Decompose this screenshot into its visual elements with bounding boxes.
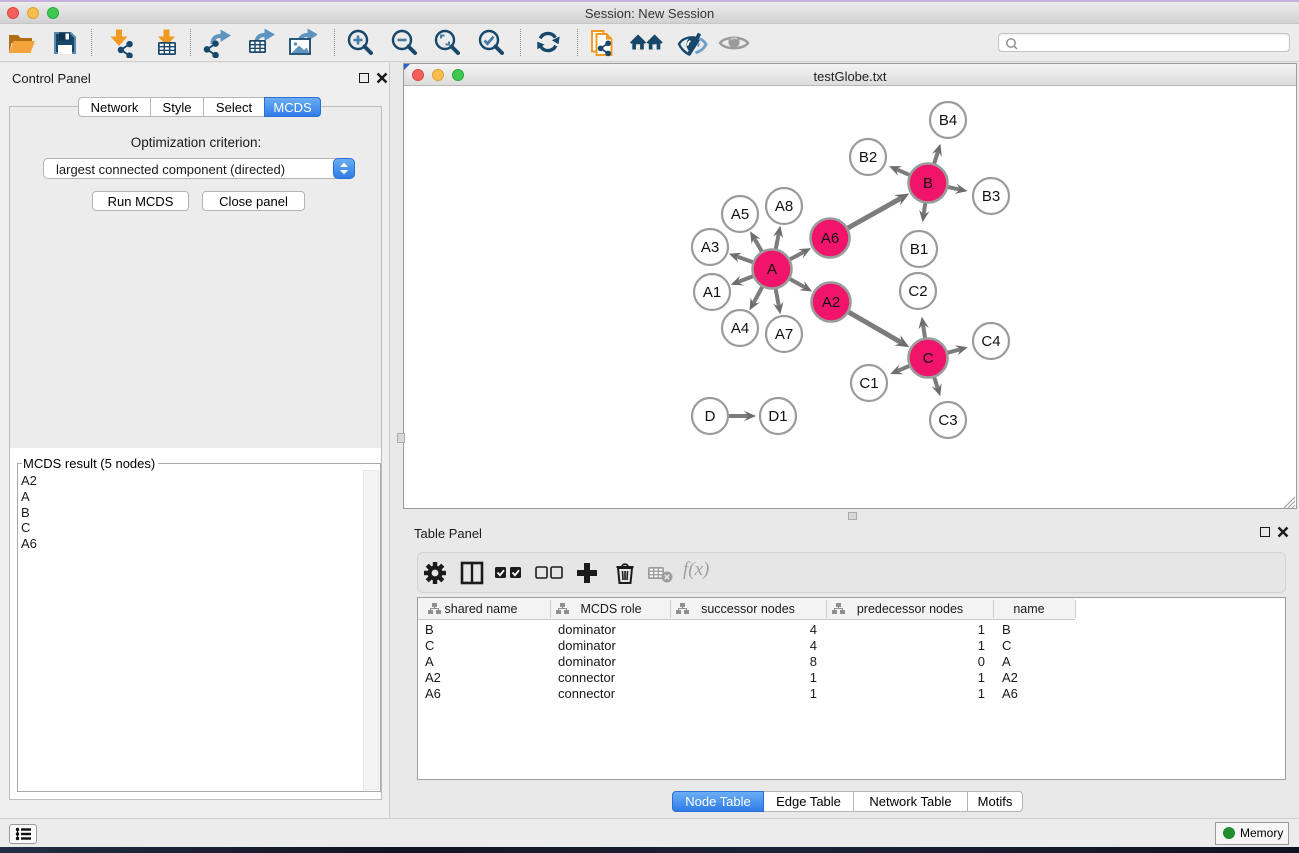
svg-text:A5: A5 <box>731 206 749 223</box>
svg-text:B3: B3 <box>982 188 1000 205</box>
svg-text:A6: A6 <box>821 230 839 247</box>
svg-text:A7: A7 <box>775 326 793 343</box>
svg-text:C1: C1 <box>859 375 878 392</box>
svg-text:A3: A3 <box>701 239 719 256</box>
svg-text:A4: A4 <box>731 320 749 337</box>
svg-text:A8: A8 <box>775 198 793 215</box>
svg-text:C3: C3 <box>938 412 957 429</box>
svg-text:B4: B4 <box>939 112 957 129</box>
svg-text:A2: A2 <box>822 294 840 311</box>
svg-text:C2: C2 <box>908 283 927 300</box>
svg-text:D1: D1 <box>768 408 787 425</box>
svg-text:C: C <box>923 350 934 367</box>
svg-text:A1: A1 <box>703 284 721 301</box>
svg-text:D: D <box>705 408 716 425</box>
svg-text:B1: B1 <box>910 241 928 258</box>
svg-text:B: B <box>923 175 933 192</box>
svg-text:A: A <box>767 261 777 278</box>
svg-text:C4: C4 <box>981 333 1000 350</box>
svg-text:B2: B2 <box>859 149 877 166</box>
